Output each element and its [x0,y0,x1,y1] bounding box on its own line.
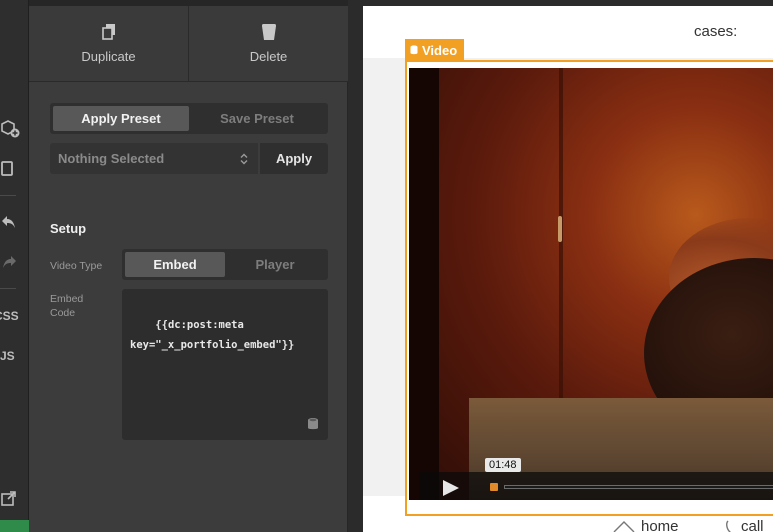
cases-label: cases: [694,23,738,40]
home-icon [613,520,635,532]
nav-home-label: home [641,518,679,532]
duplicate-button[interactable]: Duplicate [29,6,188,81]
js-button[interactable]: JS [0,349,29,363]
video-type-toggle: Embed Player [122,249,328,280]
left-toolbar: CSS JS [0,0,29,532]
delete-label: Delete [249,49,288,64]
trash-icon [261,24,276,40]
add-element-icon[interactable] [0,118,29,143]
nav-call-link[interactable]: call [725,518,764,532]
preview-gutter [349,0,363,532]
rail-divider [0,288,16,289]
element-actions: Duplicate Delete [29,6,348,82]
css-button[interactable]: CSS [0,309,23,323]
scrubber-handle[interactable] [490,483,498,491]
dynamic-content-icon[interactable] [307,417,319,431]
inspector-panel: Duplicate Delete Apply Preset Save Prese… [29,0,348,532]
save-preset-tab[interactable]: Save Preset [189,106,325,131]
element-type-tag: Video [405,39,465,61]
video-element-icon [410,45,418,55]
embed-code-textarea[interactable]: {{dc:post:meta key="_x_portfolio_embed"}… [122,289,328,440]
apply-preset-button[interactable]: Apply [260,143,328,174]
preset-toggle: Apply Preset Save Preset [50,103,328,134]
live-preview: cases: 01:48 Video home call [363,6,773,532]
duplicate-label: Duplicate [81,49,136,64]
nav-home-link[interactable]: home [613,518,679,532]
rail-divider [0,195,16,196]
video-door-handle [558,216,562,242]
status-strip [0,520,29,532]
preset-select-value: Nothing Selected [58,151,165,166]
video-type-label: Video Type [50,260,103,272]
video-frame-shadow [409,68,439,500]
video-controls [419,472,773,500]
video-type-player[interactable]: Player [225,252,325,277]
delete-button[interactable]: Delete [188,6,348,81]
phone-icon [726,520,732,532]
play-icon[interactable] [441,479,461,497]
apply-preset-tab[interactable]: Apply Preset [53,106,189,131]
embed-code-label: Embed Code [50,293,84,319]
element-type-label: Video [422,42,458,58]
select-arrows-icon [240,153,248,164]
duplicate-icon [101,24,115,40]
video-time-tooltip: 01:48 [485,458,521,472]
preset-select[interactable]: Nothing Selected [50,143,258,174]
video-type-embed[interactable]: Embed [125,252,225,277]
video-progress-bar[interactable] [504,485,773,489]
video-player[interactable]: 01:48 [409,68,773,500]
nav-call-label: call [741,518,764,532]
undo-icon[interactable] [0,213,29,234]
selected-video-element[interactable]: 01:48 [405,60,773,516]
redo-icon[interactable] [0,253,29,274]
embed-code-value: {{dc:post:meta key="_x_portfolio_embed"}… [130,319,295,351]
external-link-icon[interactable] [0,490,29,511]
page-icon[interactable] [0,160,29,181]
setup-heading: Setup [50,221,87,236]
